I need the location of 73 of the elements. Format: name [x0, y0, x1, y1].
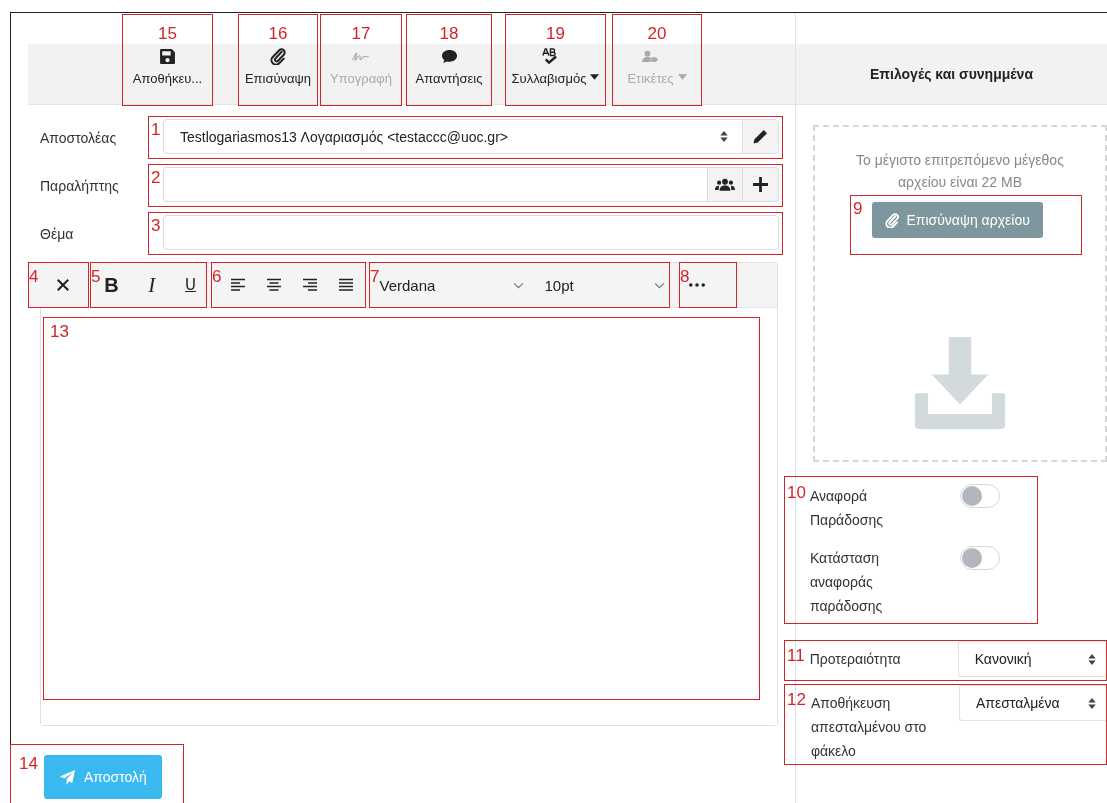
align-right-icon — [301, 278, 318, 292]
toggle-label: Αναφορά Παράδοσης — [809, 487, 884, 530]
caret-icon — [677, 74, 687, 80]
toggle-switch[interactable] — [959, 484, 1000, 508]
align-center-icon — [265, 278, 282, 292]
toggle-label: Κατάσταση αναφοράς παράδοσης — [809, 549, 884, 616]
paperclip-icon — [885, 212, 901, 228]
annotation-number: 13 — [50, 323, 69, 340]
option-select[interactable]: Κανονική — [957, 641, 1106, 677]
size-select[interactable]: 10pt — [536, 276, 669, 294]
toolbar-button[interactable]: Συλλαβισμός — [508, 42, 603, 90]
chevron-icon — [513, 281, 525, 289]
caret-icon — [590, 74, 600, 80]
option-select[interactable]: Απεσταλμένα — [958, 685, 1106, 721]
annotation-number: 15 — [158, 25, 177, 42]
sender-select[interactable]: Testlogariasmos13 Λογαριασμός <testaccc@uoc.gr> — [164, 120, 742, 153]
option-label: Αποθήκευση απεσταλμένου στο φάκελο — [810, 694, 928, 761]
format-button[interactable]: I — [136, 268, 168, 302]
annotation-number: 6 — [212, 268, 222, 285]
recipient-field[interactable] — [163, 167, 707, 202]
size-note: Το μέγιστο επιτρεπόμενο μέγεθος αρχείου είναι 22 MB — [855, 151, 1065, 192]
toolbar-button[interactable]: Αποθήκευ... — [129, 42, 206, 90]
annotation-number: 2 — [151, 169, 162, 186]
drop-zone[interactable]: Το μέγιστο επιτρεπόμενο μέγεθος αρχείου είναι 22 MB 9 Επισύναψη αρχείου — [813, 125, 1107, 462]
annotation-number: 7 — [370, 268, 380, 285]
annotation-number: 18 — [439, 25, 459, 42]
pencil-icon — [753, 129, 768, 144]
align-left-icon — [229, 278, 246, 292]
edit-button[interactable] — [742, 120, 778, 153]
annotation-number: 20 — [647, 25, 667, 42]
justify-icon — [337, 278, 354, 292]
user-tag-icon — [642, 48, 659, 65]
sort-arrows-icon — [720, 131, 728, 142]
format-button[interactable]: U — [175, 268, 206, 302]
download-icon — [912, 335, 1008, 429]
field-label: Αποστολέας — [40, 129, 118, 146]
annotation-number: 16 — [268, 25, 288, 42]
annotation-number: 14 — [19, 755, 38, 772]
speech-bubble-icon — [440, 48, 458, 65]
chevron-icon — [654, 281, 665, 289]
people-icon — [715, 177, 735, 192]
contacts-button[interactable] — [707, 167, 743, 202]
annotation-number: 10 — [787, 484, 806, 501]
plus-icon — [753, 177, 768, 192]
add-button[interactable] — [743, 167, 779, 202]
field-label: Παραλήπτης — [40, 177, 120, 194]
annotation-number: 1 — [151, 121, 162, 138]
panel-title: Επιλογές και συνημμένα — [870, 66, 1033, 82]
annotation-number: 9 — [853, 200, 863, 217]
annotation-number: 12 — [787, 691, 806, 708]
annotation-number: 17 — [351, 25, 371, 42]
close-icon — [55, 278, 72, 292]
annotation-number: 5 — [91, 268, 101, 285]
sort-arrows-icon — [1088, 653, 1096, 665]
toolbar-button[interactable]: Επισύναψη — [241, 42, 315, 90]
paper-plane-icon — [58, 768, 76, 786]
spellcheck-icon — [540, 48, 558, 65]
annotation-number: 3 — [151, 217, 162, 234]
option-label: Προτεραιότητα — [809, 650, 902, 669]
sort-arrows-icon — [1088, 697, 1096, 709]
paperclip-icon — [269, 48, 287, 65]
annotation-number: 8 — [680, 268, 690, 285]
toolbar-button[interactable]: Απαντήσεις — [412, 42, 486, 90]
save-icon — [159, 48, 176, 65]
annotation-number: 11 — [787, 647, 805, 664]
annotation-number: 19 — [546, 25, 565, 42]
font-select[interactable]: Verdana — [379, 276, 537, 294]
format-button[interactable]: B — [100, 268, 123, 302]
field-label: Θέμα — [40, 225, 75, 242]
toggle-switch[interactable] — [959, 546, 1000, 570]
annotation-number: 4 — [29, 268, 39, 285]
subject-field[interactable] — [163, 215, 779, 250]
more-icon — [689, 283, 706, 287]
